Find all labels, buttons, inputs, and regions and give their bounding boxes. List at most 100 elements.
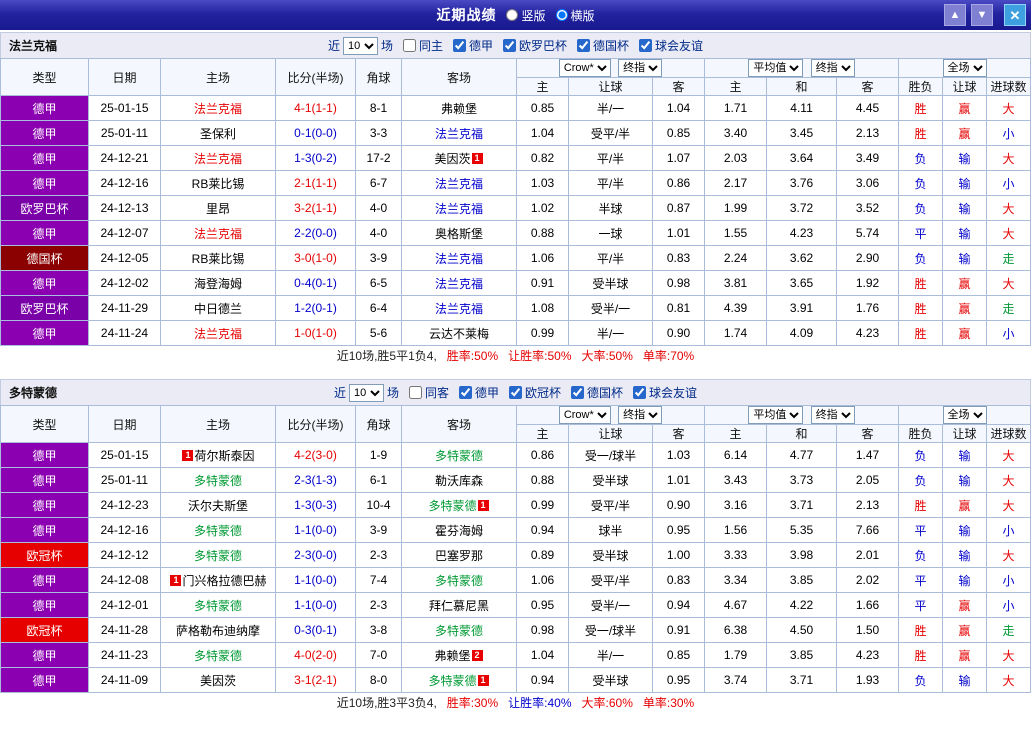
league-filter-friendly[interactable]: 球会友谊: [632, 37, 703, 54]
league-checkbox[interactable]: [458, 386, 472, 399]
avg-time-select[interactable]: 终指: [810, 59, 855, 77]
recent-results-panel: 近期战绩 竖版 横版 ▲ ▼ ✕ 法兰克福 近 10 场 同主 德甲 欧罗巴杯 …: [0, 0, 1031, 733]
layout-horizontal-option[interactable]: 横版: [555, 7, 595, 24]
home-team-name[interactable]: RB莱比锡: [192, 252, 245, 266]
league-filter-bundesliga[interactable]: 德甲: [452, 384, 499, 401]
away-team-name[interactable]: 弗赖堡: [441, 102, 477, 116]
away-team-name[interactable]: 霍芬海姆: [435, 524, 483, 538]
home-team-name[interactable]: 法兰克福: [194, 152, 242, 166]
league-checkbox[interactable]: [509, 386, 522, 399]
layout-vertical-radio[interactable]: [506, 9, 519, 21]
same-venue-filter[interactable]: 同客: [402, 384, 449, 401]
away-team-name[interactable]: 法兰克福: [435, 252, 483, 266]
away-team-name[interactable]: 多特蒙德: [428, 499, 476, 513]
home-team-name[interactable]: 多特蒙德: [194, 474, 242, 488]
same-venue-checkbox[interactable]: [402, 39, 416, 52]
home-team-name[interactable]: 中日德兰: [194, 302, 242, 316]
avg-away-odds: 3.49: [836, 145, 900, 171]
avg-select[interactable]: 平均值: [748, 406, 804, 424]
fulltime-select[interactable]: 全场: [942, 406, 987, 424]
home-team-name[interactable]: 多特蒙德: [194, 599, 242, 613]
home-team-name[interactable]: 圣保利: [200, 127, 236, 141]
layout-horizontal-radio[interactable]: [555, 9, 568, 21]
away-team-name[interactable]: 巴塞罗那: [435, 549, 483, 563]
league-checkbox[interactable]: [571, 386, 585, 399]
match-row: 德国杯 24-12-05 RB莱比锡 3-0(1-0) 3-9 法兰克福 1.06 平/半 0.…: [0, 245, 1031, 271]
scroll-up-button[interactable]: ▲: [944, 4, 966, 26]
league-checkbox[interactable]: [452, 39, 466, 52]
home-team-name[interactable]: 多特蒙德: [194, 549, 242, 563]
home-team-name[interactable]: 萨格勒布迪纳摩: [176, 624, 260, 638]
league-filter-friendly[interactable]: 球会友谊: [626, 384, 697, 401]
avg-time-select[interactable]: 终指: [810, 406, 855, 424]
home-team-name[interactable]: 美因茨: [200, 674, 236, 688]
summary-stat: 让胜率:50%: [508, 349, 572, 363]
match-date: 24-12-05: [88, 245, 161, 271]
match-count-select[interactable]: 10: [342, 36, 378, 55]
league-checkbox[interactable]: [577, 39, 591, 52]
score: 0-3(0-1): [275, 617, 356, 643]
away-team-name[interactable]: 拜仁慕尼黑: [429, 599, 489, 613]
away-team-name[interactable]: 法兰克福: [435, 202, 483, 216]
avg-away-odds: 2.90: [836, 245, 900, 271]
home-team-name[interactable]: 法兰克福: [194, 327, 242, 341]
league-filter-europa[interactable]: 欧罗巴杯: [496, 37, 567, 54]
home-team-name[interactable]: 里昂: [206, 202, 230, 216]
league-badge: 德甲: [0, 95, 89, 121]
league-checkbox[interactable]: [639, 39, 653, 52]
same-venue-checkbox[interactable]: [408, 386, 422, 399]
away-team-name[interactable]: 弗赖堡: [434, 649, 470, 663]
away-team-name[interactable]: 多特蒙德: [435, 574, 483, 588]
away-team-name[interactable]: 多特蒙德: [435, 624, 483, 638]
corners: 7-4: [355, 567, 402, 593]
odds-time-select[interactable]: 终指: [618, 406, 663, 424]
scroll-down-button[interactable]: ▼: [971, 4, 993, 26]
away-team-name[interactable]: 美因茨: [434, 152, 470, 166]
home-team-name[interactable]: 法兰克福: [194, 227, 242, 241]
league-checkbox[interactable]: [503, 39, 516, 52]
league-filter-label: 德甲: [468, 39, 493, 53]
away-team-cell: 法兰克福: [401, 170, 517, 196]
layout-vertical-option[interactable]: 竖版: [506, 7, 546, 24]
league-checkbox[interactable]: [633, 386, 647, 399]
avg-home-odds: 3.74: [704, 667, 768, 693]
result-outcome: 胜: [898, 120, 944, 146]
home-team-name[interactable]: 门兴格拉德巴赫: [182, 574, 266, 588]
corners: 3-3: [355, 120, 402, 146]
home-team-name[interactable]: 海登海姆: [194, 277, 242, 291]
col-header-away: 客场: [401, 58, 517, 96]
odds-company-select[interactable]: Crow*: [558, 406, 611, 424]
sub-header-avg-draw: 和: [766, 77, 838, 96]
away-team-name[interactable]: 勒沃库森: [435, 474, 483, 488]
home-team-name[interactable]: 多特蒙德: [194, 524, 242, 538]
away-team-name[interactable]: 云达不莱梅: [429, 327, 489, 341]
away-team-name[interactable]: 奥格斯堡: [435, 227, 483, 241]
away-team-name[interactable]: 法兰克福: [435, 177, 483, 191]
avg-select[interactable]: 平均值: [748, 59, 804, 77]
away-team-name[interactable]: 多特蒙德: [435, 449, 483, 463]
league-badge: 德甲: [0, 120, 89, 146]
away-team-name[interactable]: 法兰克福: [435, 127, 483, 141]
odds-time-select[interactable]: 终指: [618, 59, 663, 77]
close-button[interactable]: ✕: [1004, 4, 1026, 26]
league-filter-pokal[interactable]: 德国杯: [564, 384, 623, 401]
home-team-name[interactable]: RB莱比锡: [192, 177, 245, 191]
home-team-name[interactable]: 沃尔夫斯堡: [188, 499, 248, 513]
count-suffix-label: 场: [380, 39, 393, 53]
away-team-name[interactable]: 法兰克福: [435, 277, 483, 291]
avg-draw-odds: 5.35: [766, 517, 838, 543]
away-team-name[interactable]: 法兰克福: [435, 302, 483, 316]
odds-company-select[interactable]: Crow*: [558, 59, 611, 77]
fulltime-select[interactable]: 全场: [942, 59, 987, 77]
home-team-name[interactable]: 荷尔斯泰因: [194, 449, 254, 463]
match-count-select[interactable]: 10: [348, 383, 384, 402]
corners: 3-8: [355, 617, 402, 643]
home-team-name[interactable]: 法兰克福: [194, 102, 242, 116]
away-team-name[interactable]: 多特蒙德: [428, 674, 476, 688]
result-outcome: 胜: [898, 295, 944, 321]
same-venue-filter[interactable]: 同主: [396, 37, 443, 54]
league-filter-bundesliga[interactable]: 德甲: [446, 37, 493, 54]
league-filter-pokal[interactable]: 德国杯: [570, 37, 629, 54]
home-team-name[interactable]: 多特蒙德: [194, 649, 242, 663]
league-filter-champions[interactable]: 欧冠杯: [502, 384, 561, 401]
